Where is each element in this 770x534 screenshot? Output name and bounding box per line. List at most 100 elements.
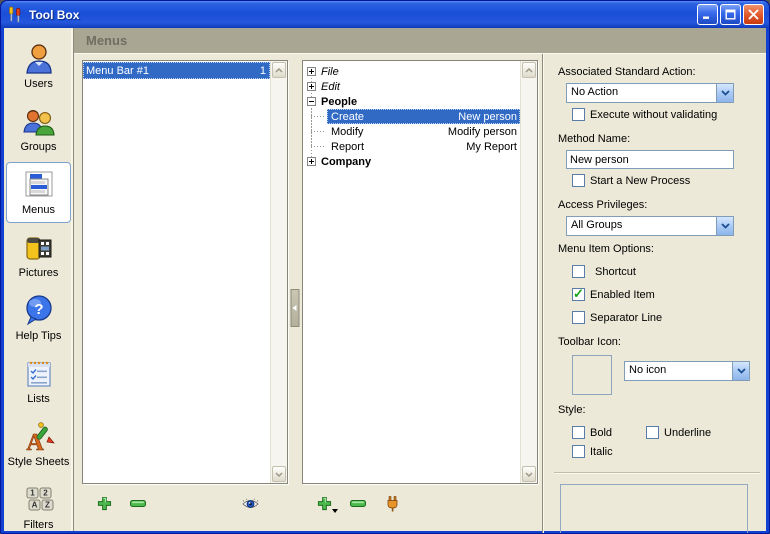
style-sheets-icon: A — [22, 420, 56, 454]
list-scrollbar[interactable] — [270, 61, 287, 483]
add-menu-item-button[interactable] — [314, 495, 334, 513]
sidebar-item-label: Style Sheets — [8, 456, 70, 468]
sidebar-item-label: Users — [24, 78, 53, 90]
underline-checkbox[interactable]: Underline — [646, 426, 711, 439]
combo-arrow-icon[interactable] — [716, 84, 733, 102]
checkbox-label: Separator Line — [590, 312, 662, 324]
tree-item-create[interactable]: Create New person — [327, 109, 520, 124]
checked-checkbox-icon[interactable] — [572, 288, 585, 301]
tree-node-edit[interactable]: Edit — [307, 79, 520, 94]
sidebar-item-pictures[interactable]: Pictures — [6, 225, 71, 286]
expand-icon[interactable] — [307, 82, 316, 91]
titlebar[interactable]: Tool Box — [1, 1, 769, 28]
menu-bar-row[interactable]: Menu Bar #1 1 — [83, 62, 270, 79]
execute-without-validating-checkbox[interactable]: Execute without validating — [572, 108, 750, 121]
associated-action-label: Associated Standard Action: — [558, 66, 750, 78]
start-new-process-checkbox[interactable]: Start a New Process — [572, 174, 750, 187]
checkbox-icon[interactable] — [572, 174, 585, 187]
plug-icon — [386, 496, 399, 512]
sidebar-item-style-sheets[interactable]: A Style Sheets — [6, 414, 71, 475]
menu-item-method: New person — [458, 111, 517, 123]
sidebar-item-menus[interactable]: Menus — [6, 162, 71, 223]
tree-node-people[interactable]: People — [307, 94, 520, 109]
menu-bar-count: 1 — [260, 65, 266, 77]
menu-bar-panel: Menu Bar #1 1 — [82, 60, 288, 534]
menu-item-method: Modify person — [448, 126, 517, 138]
add-menu-bar-button[interactable] — [94, 495, 114, 513]
combo-arrow-icon[interactable] — [732, 362, 749, 380]
tree-nodes: File Edit People — [307, 64, 520, 169]
method-name-label: Method Name: — [558, 133, 750, 145]
preview-menu-bar-button[interactable] — [240, 495, 260, 513]
toolbar-icon-value: No icon — [625, 362, 732, 380]
close-button[interactable] — [743, 4, 764, 25]
menu-item-label: Create — [331, 111, 364, 123]
help-tips-icon: ? — [22, 294, 56, 328]
expand-icon[interactable] — [307, 67, 316, 76]
expand-icon[interactable] — [307, 157, 316, 166]
lists-icon — [22, 357, 56, 391]
maximize-button[interactable] — [720, 4, 741, 25]
access-privileges-value: All Groups — [567, 217, 716, 235]
scroll-up-button[interactable] — [272, 62, 286, 78]
checkbox-icon[interactable] — [572, 426, 585, 439]
method-name-input[interactable] — [566, 150, 734, 169]
shortcut-checkbox[interactable]: Shortcut — [572, 265, 750, 278]
checkbox-icon[interactable] — [646, 426, 659, 439]
tree-node-label: File — [321, 66, 339, 78]
menu-preview-area — [560, 484, 748, 534]
window-title: Tool Box — [29, 8, 697, 22]
bold-checkbox[interactable]: Bold — [572, 426, 612, 439]
checkbox-icon[interactable] — [572, 265, 585, 278]
tree-node-file[interactable]: File — [307, 64, 520, 79]
collapse-icon[interactable] — [307, 97, 316, 106]
add-menu-icon — [317, 496, 332, 511]
svg-text:A: A — [31, 501, 37, 510]
maximize-icon — [725, 9, 736, 20]
checkbox-label: Shortcut — [595, 266, 636, 278]
sidebar-item-filters[interactable]: 1 2 A Z Filters — [6, 477, 71, 531]
toolbar-icon-well[interactable] — [572, 355, 612, 395]
checkbox-icon[interactable] — [572, 108, 585, 121]
menu-bar-rows: Menu Bar #1 1 — [83, 61, 270, 79]
toolbar-icon-label: Toolbar Icon: — [558, 336, 750, 348]
app-body: Users Groups — [4, 28, 766, 531]
toolbar-icon-select[interactable]: No icon — [624, 361, 750, 381]
tree-item-modify[interactable]: Modify Modify person — [327, 124, 520, 139]
access-privileges-select[interactable]: All Groups — [566, 216, 734, 236]
panel-splitter[interactable] — [288, 60, 302, 534]
access-privileges-label: Access Privileges: — [558, 199, 750, 211]
scroll-up-button[interactable] — [522, 62, 536, 78]
preview-eye-icon — [242, 498, 259, 510]
attach-menu-button[interactable] — [382, 495, 402, 513]
enabled-item-checkbox[interactable]: Enabled Item — [572, 288, 750, 301]
splitter-handle-icon[interactable] — [291, 289, 300, 327]
combo-arrow-icon[interactable] — [716, 217, 733, 235]
delete-menu-item-button[interactable] — [348, 495, 368, 513]
sidebar-item-help-tips[interactable]: ? Help Tips — [6, 288, 71, 349]
panel-divider — [538, 60, 548, 534]
checkbox-icon[interactable] — [572, 311, 585, 324]
sidebar-item-lists[interactable]: Lists — [6, 351, 71, 412]
checkbox-icon[interactable] — [572, 445, 585, 458]
tree-scrollbar[interactable] — [520, 61, 537, 483]
menu-bar-listbox[interactable]: Menu Bar #1 1 — [82, 60, 288, 484]
scroll-down-button[interactable] — [522, 466, 536, 482]
menus-icon — [22, 168, 56, 202]
style-row: Bold Underline — [572, 426, 750, 439]
sidebar-item-users[interactable]: Users — [6, 36, 71, 97]
menu-bar-toolbar — [82, 484, 288, 516]
italic-checkbox[interactable]: Italic — [572, 445, 750, 458]
minimize-button[interactable] — [697, 4, 718, 25]
sidebar-item-label: Lists — [27, 393, 50, 405]
separator-line-checkbox[interactable]: Separator Line — [572, 311, 750, 324]
checkbox-label: Start a New Process — [590, 175, 690, 187]
tree-node-company[interactable]: Company — [307, 154, 520, 169]
sidebar-item-groups[interactable]: Groups — [6, 99, 71, 160]
scroll-down-button[interactable] — [272, 466, 286, 482]
tree-item-report[interactable]: Report My Report — [327, 139, 520, 154]
menu-treebox[interactable]: File Edit People — [302, 60, 538, 484]
tree-node-label: People — [321, 96, 357, 108]
associated-action-select[interactable]: No Action — [566, 83, 734, 103]
delete-menu-bar-button[interactable] — [128, 495, 148, 513]
